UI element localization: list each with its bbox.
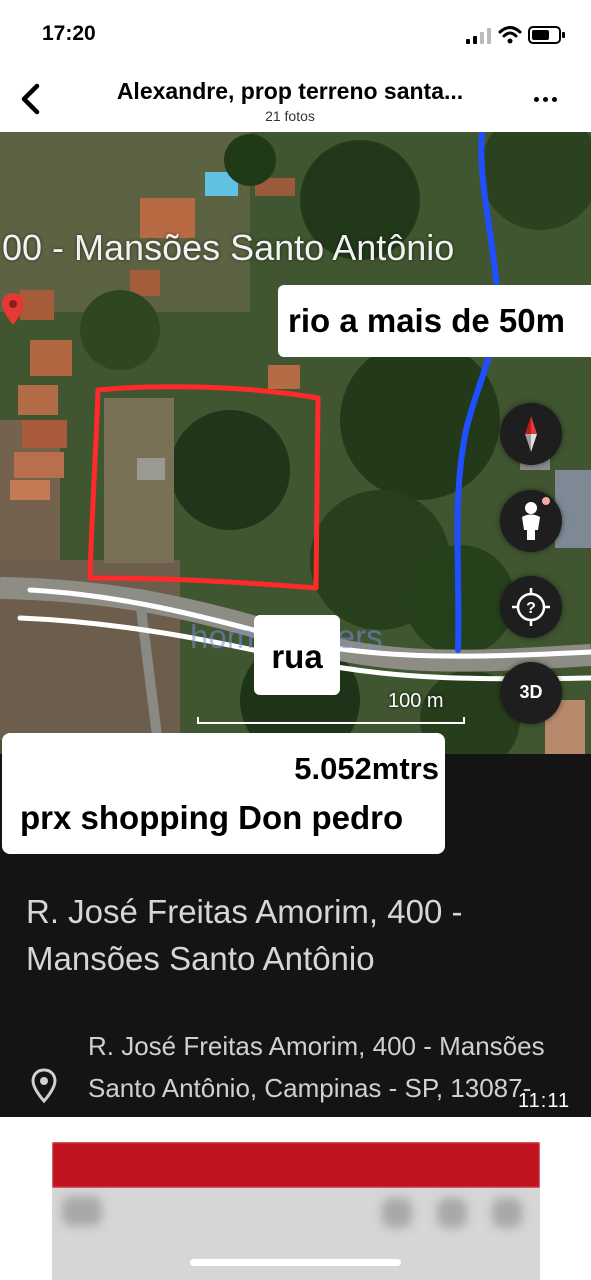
location-help-button[interactable]: ? [500, 576, 562, 638]
place-address-detail: R. José Freitas Amorim, 400 - Mansões Sa… [88, 1031, 545, 1117]
cellular-signal-icon [466, 28, 491, 44]
status-bar: 17:20 [0, 0, 591, 70]
compass-button[interactable] [500, 403, 562, 465]
nav-header: Alexandre, prop terreno santa... 21 foto… [0, 70, 591, 132]
lot-info-callout: 5.052mtrs prx shopping Don pedro [2, 733, 445, 854]
compass-icon [525, 416, 537, 452]
street-view-button[interactable] [500, 490, 562, 552]
battery-icon [528, 26, 565, 44]
more-options-icon[interactable] [528, 84, 562, 114]
svg-text:?: ? [526, 600, 536, 617]
pegman-icon [522, 497, 550, 540]
back-chevron-icon[interactable] [14, 80, 48, 118]
lot-area-text: 5.052mtrs [294, 751, 439, 786]
map-location-pin-icon [2, 293, 24, 325]
place-card-tab [445, 754, 591, 814]
location-question-icon: ? [512, 588, 550, 626]
address-detail-clip: R. José Freitas Amorim, 400 - Mansões Sa… [0, 1012, 591, 1117]
photo-count: 21 fotos [265, 108, 315, 124]
3d-view-button[interactable]: 3D [500, 662, 562, 724]
photo-viewer[interactable]: 00 - Mansões Santo Antônio rio a mais de… [0, 132, 591, 1117]
map-place-label: 00 - Mansões Santo Antônio [2, 227, 455, 268]
status-time: 17:20 [42, 22, 96, 45]
map-scale-label: 100 m [388, 690, 444, 712]
nearby-shopping-text: prx shopping Don pedro [20, 799, 404, 836]
thumbnail-body [52, 1188, 540, 1280]
river-callout: rio a mais de 50m [278, 285, 591, 357]
street-callout: rua [254, 615, 340, 695]
map-scale-bar [197, 717, 465, 724]
video-duration: 11:11 [518, 1090, 571, 1112]
place-address-title: R. José Freitas Amorim, 400 - Mansões Sa… [26, 893, 463, 977]
3d-label: 3D [519, 682, 543, 702]
chat-title: Alexandre, prop terreno santa... [116, 78, 464, 104]
wifi-icon [498, 26, 522, 44]
home-indicator[interactable] [190, 1259, 401, 1266]
thumbnail-header-bar [52, 1142, 540, 1188]
